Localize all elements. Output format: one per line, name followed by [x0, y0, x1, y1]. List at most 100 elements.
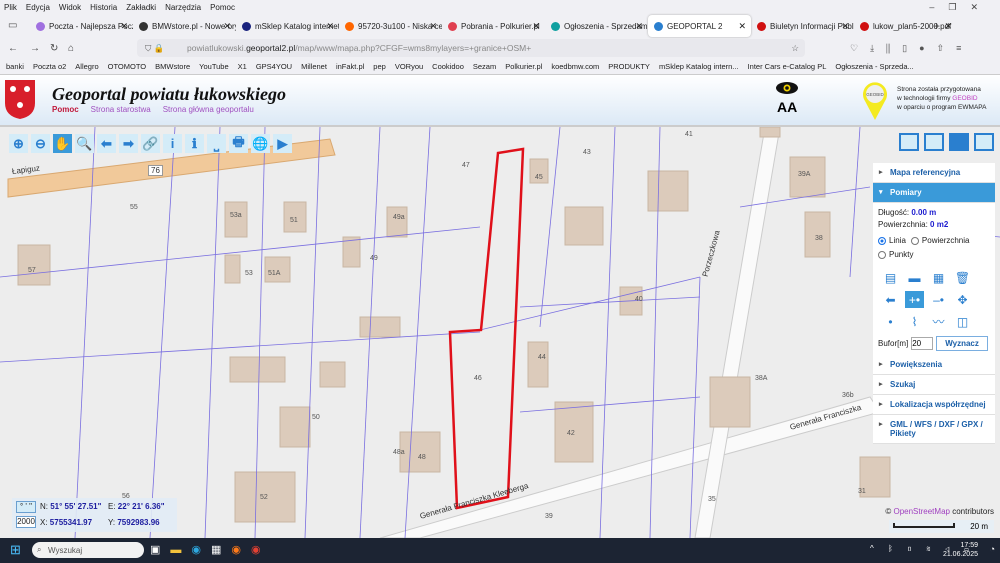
- home-icon[interactable]: ⌂: [68, 43, 74, 54]
- radio-powierzchnia[interactable]: Powierzchnia: [910, 235, 969, 247]
- buffer-input[interactable]: [911, 337, 934, 350]
- zoom-in-icon[interactable]: ⊕: [9, 134, 28, 153]
- radio-linia[interactable]: Linia: [878, 235, 906, 247]
- coord-format-button[interactable]: ° ' ": [16, 501, 36, 513]
- compute-button[interactable]: Wyznacz: [936, 336, 988, 351]
- osm-link[interactable]: OpenStreetMap: [893, 507, 949, 516]
- profile-icon[interactable]: 〰: [929, 313, 948, 330]
- print-icon[interactable]: 🖶: [229, 134, 248, 153]
- tab-7[interactable]: Biuletyn Informacji Publicz✕: [751, 15, 854, 37]
- zoom-out-icon[interactable]: ⊖: [31, 134, 50, 153]
- menu-pomoc[interactable]: Pomoc: [210, 3, 235, 12]
- close-tab-icon[interactable]: ✕: [944, 21, 952, 32]
- bookmark-16[interactable]: PRODUKTY: [608, 62, 650, 71]
- close-tab-icon[interactable]: ✕: [841, 21, 849, 32]
- zoom-window-icon[interactable]: 🔍: [75, 134, 94, 153]
- bookmark-17[interactable]: mSklep Katalog intern...: [659, 62, 739, 71]
- menu-historia[interactable]: Historia: [90, 3, 117, 12]
- layout-top-icon[interactable]: [899, 133, 919, 151]
- bookmark-10[interactable]: pep: [373, 62, 386, 71]
- clock[interactable]: 17:59 21.06.2025: [943, 541, 978, 559]
- coord-system-button[interactable]: 2000: [16, 516, 36, 528]
- close-tab-icon[interactable]: ✕: [429, 21, 437, 32]
- undo-arrow-icon[interactable]: ⬅: [881, 291, 900, 308]
- add-point-icon[interactable]: +•: [905, 291, 924, 308]
- bookmark-18[interactable]: Inter Cars e-Catalog PL: [748, 62, 827, 71]
- info-layer-icon[interactable]: ℹ: [185, 134, 204, 153]
- menu-plik[interactable]: Plik: [4, 3, 17, 12]
- tab-8[interactable]: lukow_plan5-2000.pdf ✕: [854, 15, 957, 37]
- section-mapa-referencyjna[interactable]: Mapa referencyjna: [873, 163, 995, 183]
- bookmark-12[interactable]: Cookidoo: [432, 62, 464, 71]
- document-icon[interactable]: ▤: [881, 269, 900, 286]
- radio-punkty[interactable]: Punkty: [878, 249, 913, 261]
- tab-1[interactable]: BMWstore.pl - Nowe orygi ✕: [133, 15, 236, 37]
- new-tab-button[interactable]: +: [933, 19, 940, 33]
- layout-arrow-icon[interactable]: [949, 133, 969, 151]
- bookmark-7[interactable]: GPS4YOU: [256, 62, 292, 71]
- close-tab-icon[interactable]: ✕: [223, 21, 231, 32]
- reload-icon[interactable]: ↻: [50, 43, 58, 54]
- forward-icon[interactable]: →: [30, 43, 40, 54]
- close-tab-icon[interactable]: ✕: [635, 21, 643, 32]
- section-lokalizacja[interactable]: Lokalizacja współrzędnej: [873, 395, 995, 415]
- measure-icon[interactable]: ⎵: [207, 134, 226, 153]
- tab-2[interactable]: mSklep Katalog internetow✕: [236, 15, 339, 37]
- menu-narzedzia[interactable]: Narzędzia: [165, 3, 201, 12]
- link-strona-glowna[interactable]: Strona główna geoportalu: [163, 105, 254, 114]
- taskbar-search[interactable]: ⌕ Wyszukaj: [32, 542, 144, 558]
- tab-3[interactable]: 95720-3u100 - Niska cena✕: [339, 15, 442, 37]
- close-tab-icon[interactable]: ✕: [326, 21, 334, 32]
- cube-icon[interactable]: ◫: [953, 313, 972, 330]
- eye-contrast-icon[interactable]: [775, 81, 799, 95]
- font-size-toggle[interactable]: AA: [777, 99, 797, 115]
- window-controls[interactable]: –❐✕: [929, 2, 992, 13]
- geobid-link[interactable]: GEOBID: [952, 95, 977, 102]
- bookmark-1[interactable]: Poczta o2: [33, 62, 66, 71]
- section-gml-export[interactable]: GML / WFS / DXF / GPX / Pikiety: [873, 415, 995, 444]
- link-icon[interactable]: 🔗: [141, 134, 160, 153]
- globe-icon[interactable]: 🌐: [251, 134, 270, 153]
- bookmark-4[interactable]: BMWstore: [155, 62, 190, 71]
- forward-icon[interactable]: ➡: [119, 134, 138, 153]
- section-szukaj[interactable]: Szukaj: [873, 375, 995, 395]
- label-point-icon[interactable]: •: [881, 313, 900, 330]
- bookmark-19[interactable]: Ogłoszenia - Sprzeda...: [835, 62, 913, 71]
- link-pomoc[interactable]: Pomoc: [52, 105, 79, 114]
- info-icon[interactable]: i: [163, 134, 182, 153]
- star-icon[interactable]: ☆: [791, 43, 799, 54]
- tab-6[interactable]: GEOPORTAL 2 ✕: [648, 15, 751, 37]
- bookmark-15[interactable]: koedbmw.com: [551, 62, 599, 71]
- polyline-icon[interactable]: ⌇: [905, 313, 924, 330]
- section-pomiary[interactable]: Pomiary: [873, 183, 995, 203]
- bookmark-3[interactable]: OTOMOTO: [108, 62, 146, 71]
- move-point-icon[interactable]: ✥: [953, 291, 972, 308]
- toolbar-icons[interactable]: ♡⤓⫼▯●⇧≡: [850, 43, 973, 54]
- tab-list-icon[interactable]: ▭: [8, 20, 17, 31]
- back-icon[interactable]: ⬅: [97, 134, 116, 153]
- menu-zakladki[interactable]: Zakładki: [126, 3, 156, 12]
- tab-4[interactable]: Pobrania - Polkurier.pl ✕: [442, 15, 545, 37]
- bookmark-8[interactable]: Millenet: [301, 62, 327, 71]
- save-icon[interactable]: ▦: [929, 269, 948, 286]
- tab-0[interactable]: Poczta - Najlepsza Poczta,✕: [30, 15, 133, 37]
- menu-widok[interactable]: Widok: [59, 3, 81, 12]
- tab-5[interactable]: Ogłoszenia - Sprzedam, ku✕: [545, 15, 648, 37]
- close-tab-icon[interactable]: ✕: [120, 21, 128, 32]
- map-canvas[interactable]: 47 45 43 41 55 53a 51 49a 49 53 51A 57 40 39A 38 44 46 42…: [0, 127, 1000, 538]
- menu-edycja[interactable]: Edycja: [26, 3, 50, 12]
- bookmark-5[interactable]: YouTube: [199, 62, 228, 71]
- back-icon[interactable]: ←: [8, 43, 18, 54]
- pan-icon[interactable]: ✋: [53, 134, 72, 153]
- link-strona-starostwa[interactable]: Strona starostwa: [91, 105, 151, 114]
- trash-icon[interactable]: 🗑: [953, 269, 972, 286]
- bookmark-11[interactable]: VORyou: [395, 62, 423, 71]
- address-bar[interactable]: ⛉ 🔒 powiatlukowski. geoportal2.pl/map/www…: [137, 39, 805, 57]
- bookmark-6[interactable]: X1: [238, 62, 247, 71]
- bookmark-13[interactable]: Sezam: [473, 62, 496, 71]
- bookmark-2[interactable]: Allegro: [75, 62, 98, 71]
- folder-icon[interactable]: ▬: [905, 269, 924, 286]
- bookmark-14[interactable]: Polkurier.pl: [505, 62, 542, 71]
- bookmark-0[interactable]: banki: [6, 62, 24, 71]
- close-tab-icon[interactable]: ✕: [738, 21, 746, 32]
